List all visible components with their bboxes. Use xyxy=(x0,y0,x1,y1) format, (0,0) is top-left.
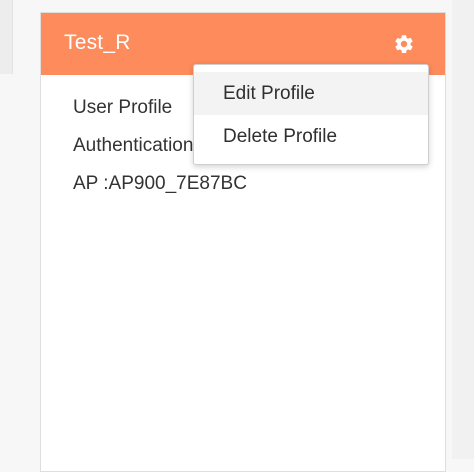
left-panel-edge xyxy=(0,0,13,74)
profile-actions-menu: Edit Profile Delete Profile xyxy=(193,64,429,165)
right-panel-edge xyxy=(452,0,474,459)
ap-line: AP :AP900_7E87BC xyxy=(73,173,247,194)
gear-icon[interactable] xyxy=(393,33,415,55)
delete-profile-menu-item[interactable]: Delete Profile xyxy=(194,115,428,158)
edit-profile-menu-item[interactable]: Edit Profile xyxy=(194,72,428,115)
profile-card-title: Test_R xyxy=(64,31,131,54)
